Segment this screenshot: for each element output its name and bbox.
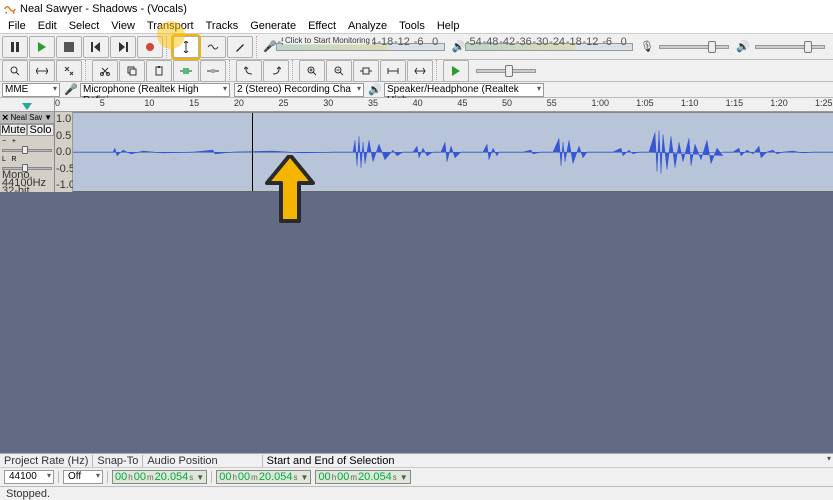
audio-position-timecode[interactable]: 00h00m20.054s▼ <box>112 470 207 484</box>
bottom-panel: Project Rate (Hz) Snap-To Audio Position… <box>0 453 833 500</box>
track-name: Neal Sawyer <box>10 113 42 122</box>
menu-generate[interactable]: Generate <box>244 20 302 32</box>
device-toolbar: MME 🎤 Microphone (Realtek High Defini 2 … <box>0 82 833 98</box>
track-close-button[interactable]: × <box>2 112 8 124</box>
channels-combo[interactable]: 2 (Stereo) Recording Cha <box>234 83 364 97</box>
toolbar-separator <box>85 60 89 82</box>
speaker-device-combo[interactable]: Speaker/Headphone (Realtek High <box>384 83 544 97</box>
selection-mode-combo[interactable]: Start and End of Selection <box>267 455 427 467</box>
menu-select[interactable]: Select <box>63 20 106 32</box>
menu-edit[interactable]: Edit <box>32 20 63 32</box>
record-button[interactable] <box>137 36 163 58</box>
toolbar-separator <box>256 36 260 58</box>
selection-tool[interactable] <box>173 36 199 58</box>
waveform-canvas[interactable] <box>73 112 833 192</box>
project-rate-label: Project Rate (Hz) <box>4 455 88 467</box>
speaker-icon: 🔊 <box>368 83 380 96</box>
menu-effect[interactable]: Effect <box>302 20 342 32</box>
paste-button[interactable] <box>146 60 172 82</box>
gain-slider[interactable]: − + <box>2 138 52 152</box>
window-titlebar: Neal Sawyer - Shadows - (Vocals) <box>0 0 833 18</box>
zoom-in-button[interactable] <box>299 60 325 82</box>
timeshift-tool[interactable] <box>29 60 55 82</box>
zoom-tool[interactable] <box>2 60 28 82</box>
fit-selection-button[interactable] <box>353 60 379 82</box>
playhead-cursor <box>252 113 253 191</box>
zoom-out-button[interactable] <box>326 60 352 82</box>
selection-start-timecode[interactable]: 00h00m20.054s▼ <box>216 470 311 484</box>
toolbar-separator <box>229 60 233 82</box>
playback-speed-slider[interactable] <box>476 69 536 73</box>
main-toolbar: 🎤 -54-48-42-36-30-24-18-12-60 Click to S… <box>0 34 833 60</box>
fit-project-button[interactable] <box>380 60 406 82</box>
play-meter[interactable]: -54-48-42-36-30-24-18-12-60 <box>465 43 634 51</box>
solo-button[interactable]: Solo <box>27 124 54 136</box>
zoom-toggle-button[interactable] <box>407 60 433 82</box>
play-volume-slider[interactable] <box>755 45 825 49</box>
window-title: Neal Sawyer - Shadows - (Vocals) <box>20 3 187 15</box>
timeline-ruler[interactable]: 05101520253035404550551:001:051:101:151:… <box>55 98 833 112</box>
mic-icon: 🎤 <box>64 83 76 96</box>
skip-end-button[interactable] <box>110 36 136 58</box>
menubar: FileEditSelectViewTransportTracksGenerat… <box>0 18 833 34</box>
menu-file[interactable]: File <box>2 20 32 32</box>
pan-slider[interactable]: L R <box>2 156 52 168</box>
selection-end-timecode[interactable]: 00h00m20.054s▼ <box>315 470 410 484</box>
play-at-speed-button[interactable] <box>443 60 469 82</box>
silence-button[interactable] <box>200 60 226 82</box>
redo-button[interactable] <box>263 60 289 82</box>
menu-tools[interactable]: Tools <box>393 20 431 32</box>
toolbar-separator <box>292 60 296 82</box>
mute-button[interactable]: Mute <box>0 124 27 136</box>
play-button[interactable] <box>29 36 55 58</box>
status-text: Stopped. <box>6 488 50 500</box>
speaker-vol-icon: 🔊 <box>736 40 748 53</box>
menu-transport[interactable]: Transport <box>141 20 200 32</box>
mic-meter-icon: 🎤 <box>263 40 275 53</box>
empty-track-area[interactable] <box>0 192 833 488</box>
menu-help[interactable]: Help <box>431 20 466 32</box>
waveform-graphic <box>73 113 833 191</box>
status-bar: Stopped. <box>0 486 833 500</box>
project-rate-combo[interactable]: 44100 <box>4 470 54 484</box>
record-meter[interactable]: -54-48-42-36-30-24-18-12-60 Click to Sta… <box>276 43 445 51</box>
mic-vol-icon: 🎙 <box>640 40 652 53</box>
host-combo[interactable]: MME <box>2 83 60 97</box>
menu-tracks[interactable]: Tracks <box>200 20 245 32</box>
skip-start-button[interactable] <box>83 36 109 58</box>
menu-analyze[interactable]: Analyze <box>342 20 393 32</box>
track-row: × Neal Sawyer ▼ Mute Solo − + L R Mono, … <box>0 112 833 192</box>
audio-position-label: Audio Position <box>147 455 217 467</box>
speaker-meter-icon: 🔊 <box>452 40 464 53</box>
menu-view[interactable]: View <box>105 20 141 32</box>
trim-button[interactable] <box>173 60 199 82</box>
pause-button[interactable] <box>2 36 28 58</box>
snap-to-label: Snap-To <box>97 455 138 467</box>
toolbar-separator <box>436 60 440 82</box>
snap-to-combo[interactable]: Off <box>63 470 103 484</box>
multi-tool[interactable] <box>56 60 82 82</box>
pin-icon[interactable] <box>22 100 32 110</box>
edit-toolbar <box>0 60 833 82</box>
undo-button[interactable] <box>236 60 262 82</box>
mic-device-combo[interactable]: Microphone (Realtek High Defini <box>80 83 230 97</box>
audacity-logo-icon <box>4 4 16 14</box>
toolbar-separator <box>166 36 170 58</box>
envelope-tool[interactable] <box>200 36 226 58</box>
cut-button[interactable] <box>92 60 118 82</box>
track-menu-button[interactable]: ▼ <box>44 113 52 122</box>
stop-button[interactable] <box>56 36 82 58</box>
amplitude-scale: 1.00.50.0-0.5-1.0 <box>55 112 73 192</box>
copy-button[interactable] <box>119 60 145 82</box>
draw-tool[interactable] <box>227 36 253 58</box>
record-volume-slider[interactable] <box>659 45 729 49</box>
track-control-panel: × Neal Sawyer ▼ Mute Solo − + L R Mono, … <box>0 112 55 192</box>
